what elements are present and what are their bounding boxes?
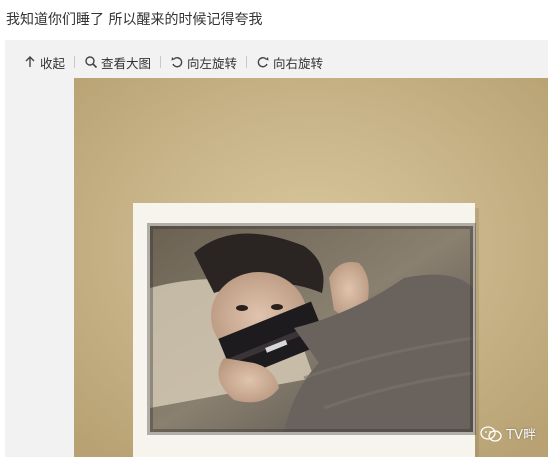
- toolbar-divider: [246, 56, 248, 68]
- rotate-left-button[interactable]: 向左旋转: [170, 53, 237, 72]
- wechat-icon: [480, 425, 502, 443]
- post-caption: 我知道你们睡了 所以醒来的时候记得夸我: [6, 12, 263, 28]
- image-viewer-panel: 收起 查看大图 向左旋转 向右旋转 TV畔: [5, 40, 548, 457]
- view-large-button[interactable]: 查看大图: [84, 53, 151, 72]
- rotate-right-button[interactable]: 向右旋转: [256, 53, 323, 72]
- image-watermark: TV畔: [480, 424, 536, 443]
- collapse-label: 收起: [40, 55, 66, 71]
- view-large-label: 查看大图: [101, 55, 152, 71]
- post-image[interactable]: TV畔: [74, 78, 548, 457]
- toolbar-divider: [160, 56, 162, 68]
- image-toolbar: 收起 查看大图 向左旋转 向右旋转: [23, 52, 323, 72]
- watermark-text: TV畔: [506, 428, 536, 443]
- rotate-left-icon: [170, 55, 184, 69]
- collapse-button[interactable]: 收起: [23, 53, 65, 72]
- rotate-right-label: 向右旋转: [273, 55, 324, 71]
- toolbar-divider: [74, 56, 76, 68]
- rotate-left-label: 向左旋转: [187, 55, 238, 71]
- arrow-up-icon: [23, 55, 37, 69]
- magnifier-icon: [84, 55, 98, 69]
- polaroid-photo-illustration: [74, 78, 548, 457]
- rotate-right-icon: [256, 55, 270, 69]
